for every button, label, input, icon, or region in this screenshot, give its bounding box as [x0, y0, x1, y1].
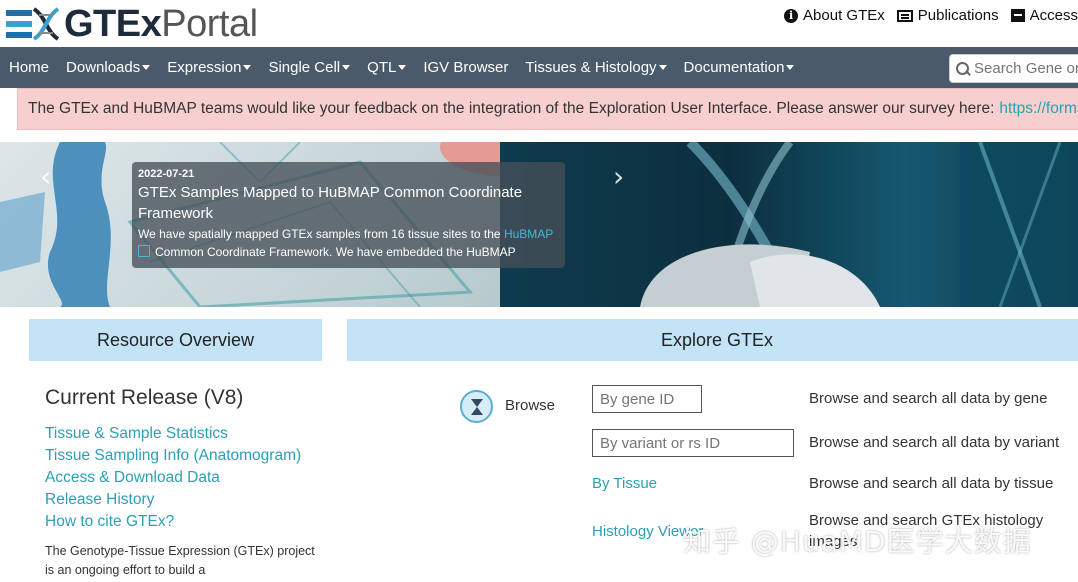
- logo-portal-text: Portal: [161, 3, 258, 45]
- caption-body-start: We have spatially mapped GTEx samples fr…: [138, 227, 501, 241]
- explore-gtex-heading: Explore GTEx: [347, 319, 1078, 361]
- caret-down-icon: [142, 65, 151, 70]
- news-carousel: ‹ › 2022-07-21 GTEx Samples Mapped to Hu…: [0, 142, 1078, 307]
- nav-item-single-cell[interactable]: Single Cell: [259, 59, 358, 76]
- tissue-browse-description: Browse and search all data by tissue: [809, 475, 1054, 492]
- nav-item-qtl[interactable]: QTL: [358, 59, 414, 76]
- gene-browse-description: Browse and search all data by gene: [809, 390, 1048, 407]
- archive-icon: [1010, 9, 1025, 22]
- resource-link[interactable]: Access & Download Data: [45, 467, 301, 489]
- info-icon: i: [784, 8, 799, 23]
- survey-alert: The GTEx and HuBMAP teams would like you…: [17, 88, 1078, 130]
- nav-item-home[interactable]: Home: [0, 59, 57, 76]
- access-link[interactable]: Access: [1010, 7, 1078, 24]
- nav-item-label: Documentation: [683, 59, 785, 76]
- about-gtex-link[interactable]: i About GTEx: [784, 7, 885, 24]
- caption-body: We have spatially mapped GTEx samples fr…: [138, 225, 559, 261]
- publications-link[interactable]: Publications: [896, 7, 999, 24]
- caret-down-icon: [342, 65, 351, 70]
- gene-id-input[interactable]: [592, 385, 702, 413]
- logo-gtex-text: GTEx: [64, 3, 162, 45]
- resource-overview-heading: Resource Overview: [29, 319, 322, 361]
- dna-logo-icon: [6, 7, 60, 41]
- site-header: GTExPortal i About GTEx Publications Acc…: [0, 0, 1078, 47]
- nav-item-downloads[interactable]: Downloads: [57, 59, 158, 76]
- nav-item-label: QTL: [367, 59, 397, 76]
- external-link-icon[interactable]: [138, 245, 150, 257]
- caption-title[interactable]: GTEx Samples Mapped to HuBMAP Common Coo…: [138, 182, 559, 224]
- nav-item-label: Tissues & Histology: [525, 59, 657, 76]
- about-gtex-label: About GTEx: [803, 7, 885, 24]
- resource-link[interactable]: Tissue Sampling Info (Anatomogram): [45, 445, 301, 467]
- access-label: Access: [1029, 7, 1078, 24]
- nav-item-igv-browser[interactable]: IGV Browser: [414, 59, 516, 76]
- main-navbar: Home Downloads Expression Single Cell QTL IGV…: [0, 47, 1078, 88]
- nav-item-label: Home: [9, 59, 50, 76]
- caret-down-icon: [786, 65, 795, 70]
- survey-link[interactable]: https://forms: [999, 100, 1078, 118]
- current-release-title: Current Release (V8): [45, 386, 244, 409]
- resource-link[interactable]: Tissue & Sample Statistics: [45, 423, 301, 445]
- nav-items: Home Downloads Expression Single Cell QTL IGV…: [0, 47, 802, 88]
- caption-date: 2022-07-21: [138, 168, 195, 180]
- nav-item-label: Expression: [167, 59, 242, 76]
- newspaper-icon: [896, 9, 913, 22]
- publications-label: Publications: [917, 7, 999, 24]
- nav-item-label: Downloads: [66, 59, 141, 76]
- caret-down-icon: [658, 65, 667, 70]
- by-tissue-link[interactable]: By Tissue: [592, 475, 657, 492]
- resource-links: Tissue & Sample Statistics Tissue Samplin…: [45, 423, 301, 533]
- alert-text: The GTEx and HuBMAP teams would like you…: [28, 100, 995, 117]
- nav-item-expression[interactable]: Expression: [158, 59, 259, 76]
- caret-down-icon: [243, 65, 252, 70]
- search-icon: [955, 61, 971, 77]
- top-links: i About GTEx Publications Access: [784, 7, 1078, 24]
- nav-item-documentation[interactable]: Documentation: [675, 59, 803, 76]
- nav-item-label: Single Cell: [268, 59, 341, 76]
- carousel-caption: 2022-07-21 GTEx Samples Mapped to HuBMAP…: [132, 162, 565, 268]
- variant-browse-description: Browse and search all data by variant: [809, 434, 1060, 451]
- caption-body-end: Common Coordinate Framework. We have emb…: [155, 245, 516, 259]
- gene-search-input[interactable]: [974, 60, 1078, 77]
- carousel-next-arrow[interactable]: ›: [613, 163, 635, 191]
- gene-search-box[interactable]: [949, 54, 1078, 83]
- logo-text: GTExPortal: [64, 4, 258, 44]
- carousel-prev-arrow[interactable]: ‹: [40, 163, 62, 191]
- zhihu-watermark: 知乎 @HuaMD医学大数据: [683, 525, 1032, 558]
- gtex-portal-logo[interactable]: GTExPortal: [6, 4, 258, 44]
- carousel-image-right: [500, 142, 1078, 307]
- nav-item-tissues-histology[interactable]: Tissues & Histology: [516, 59, 674, 76]
- nav-item-label: IGV Browser: [423, 59, 509, 76]
- variant-id-input[interactable]: [592, 429, 794, 457]
- hourglass-icon: [460, 390, 493, 423]
- resource-link[interactable]: Release History: [45, 489, 301, 511]
- gtex-description: The Genotype-Tissue Expression (GTEx) pr…: [45, 544, 315, 577]
- browse-label: Browse: [505, 397, 556, 414]
- caret-down-icon: [398, 65, 407, 70]
- hubmap-link[interactable]: HuBMAP: [504, 227, 553, 241]
- resource-link[interactable]: How to cite GTEx?: [45, 511, 301, 533]
